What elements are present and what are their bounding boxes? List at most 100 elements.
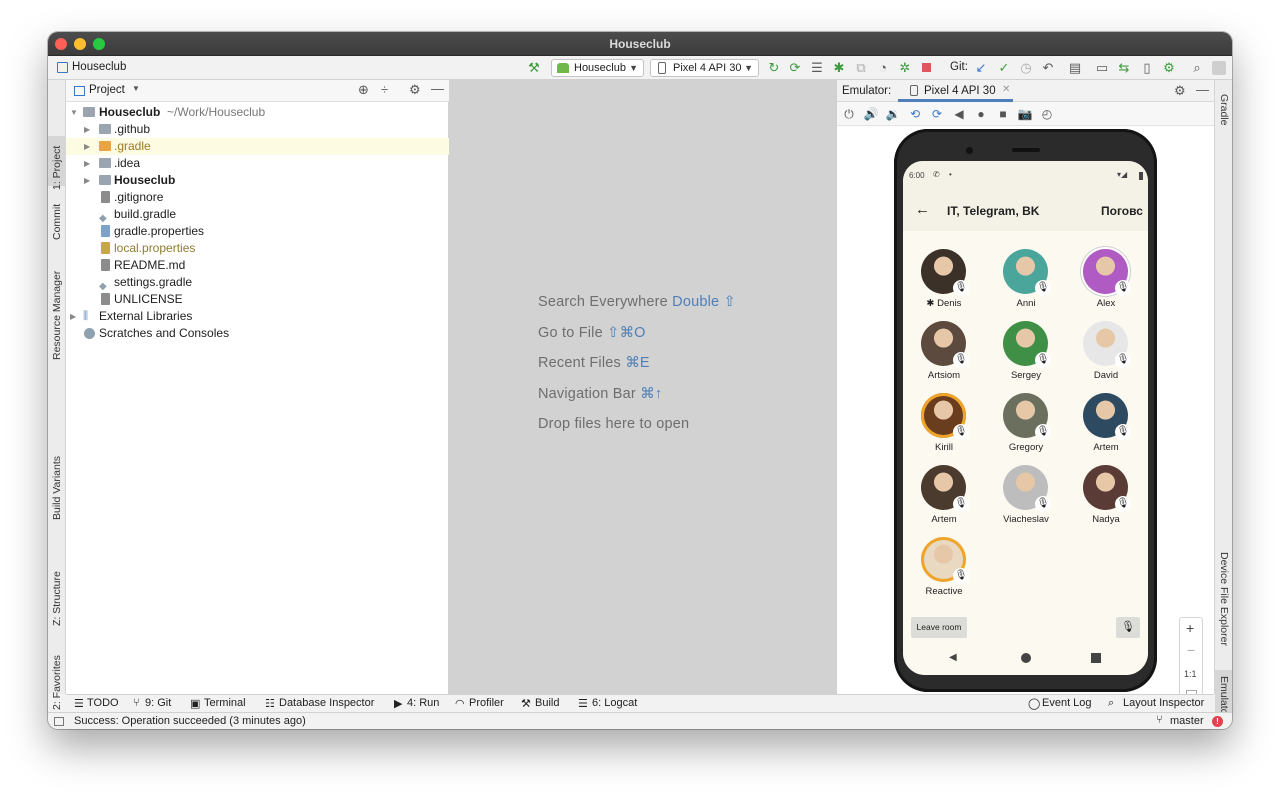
tool-git[interactable]: 9: Git [145, 697, 171, 709]
gear-icon[interactable]: ⚙ [409, 82, 421, 98]
tool-run[interactable]: 4: Run [407, 697, 439, 709]
chevron-right-icon[interactable]: ▶ [70, 308, 76, 325]
hide-panel-icon[interactable]: — [1196, 82, 1209, 97]
editor-empty-area[interactable]: Search Everywhere Double ⇧ Go to File ⇧⌘… [449, 80, 836, 694]
back-arrow-icon[interactable]: ← [915, 201, 930, 218]
debug-icon[interactable]: ✱ [831, 60, 847, 76]
chevron-down-icon[interactable]: ▼ [70, 104, 78, 121]
mic-muted-button[interactable]: 🎙 [1116, 617, 1140, 638]
tree-item[interactable]: ▶ .idea [66, 155, 449, 172]
git-branch[interactable]: master [1170, 715, 1204, 727]
tool-terminal[interactable]: Terminal [204, 697, 246, 709]
nav-back-icon[interactable]: ◀ [949, 652, 957, 663]
snapshot-icon[interactable]: ◴ [1039, 106, 1055, 122]
debug-attach-icon[interactable]: ✲ [897, 60, 913, 76]
phone-screen[interactable]: 6:00 ✆ • ▾◢ ← IT, Telegram, BK Поговс 🎙 ✱… [903, 161, 1148, 675]
tree-item[interactable]: ◆ build.gradle [66, 206, 449, 224]
collapse-icon[interactable]: ÷ [381, 82, 388, 97]
tool-profiler[interactable]: Profiler [469, 697, 504, 709]
error-icon[interactable]: ! [1212, 716, 1223, 727]
history-icon[interactable]: ◷ [1018, 60, 1034, 76]
zoom-out-icon[interactable]: − [1187, 642, 1195, 658]
rollback-icon[interactable]: ↶ [1040, 60, 1056, 76]
project-view-select[interactable]: Project [89, 84, 125, 96]
tree-external-libraries[interactable]: ▶ ⫼ External Libraries [66, 308, 449, 325]
run-config-select[interactable]: Houseclub ▼ [551, 59, 644, 77]
attach-debugger-icon[interactable]: ⧉ [853, 60, 869, 76]
rotate-left-icon[interactable]: ⟲ [907, 106, 923, 122]
gear-icon[interactable]: ⚙ [1174, 83, 1186, 99]
nav-overview-icon[interactable] [1091, 653, 1101, 663]
tree-root[interactable]: ▼ Houseclub ~/Work/Houseclub [66, 104, 449, 121]
tool-windows-icon[interactable] [54, 717, 64, 726]
profiler-icon[interactable]: ◔ [875, 60, 891, 76]
volume-down-icon[interactable]: 🔉 [885, 106, 901, 122]
home-icon[interactable]: ● [973, 106, 989, 122]
avatar[interactable] [1212, 61, 1226, 75]
chevron-down-icon[interactable]: ▼ [132, 84, 140, 93]
device-select[interactable]: Pixel 4 API 30 ▼ [650, 59, 759, 77]
tool-logcat[interactable]: 6: Logcat [592, 697, 637, 709]
tree-item[interactable]: ◆ settings.gradle [66, 274, 449, 292]
apply-code-changes-icon[interactable]: ⟳ [787, 60, 803, 76]
tool-layout-inspector[interactable]: Layout Inspector [1123, 697, 1204, 709]
tree-item[interactable]: ▶ .gradle [66, 138, 449, 155]
avd-manager-icon[interactable]: ▯ [1139, 60, 1155, 76]
hint-search-everywhere: Search Everywhere Double ⇧ [538, 294, 736, 310]
chevron-right-icon[interactable]: ▶ [84, 155, 90, 172]
tab-gradle[interactable]: Gradle [1215, 88, 1232, 138]
tree-item[interactable]: README.md [66, 257, 449, 274]
hide-panel-icon[interactable]: — [431, 81, 444, 96]
nav-home-icon[interactable] [1021, 653, 1031, 663]
git-update-icon[interactable]: ↙ [973, 60, 989, 76]
tab-emulator-device[interactable]: Pixel 4 API 30 ✕ [898, 80, 1013, 102]
tool-database-inspector[interactable]: Database Inspector [279, 697, 374, 709]
close-icon[interactable]: ✕ [1002, 84, 1010, 95]
tree-scratches[interactable]: Scratches and Consoles [66, 325, 449, 342]
tree-item[interactable]: ▶ Houseclub [66, 172, 449, 189]
stop-icon[interactable] [922, 63, 931, 72]
tree-item[interactable]: ▶ .github [66, 121, 449, 138]
tree-item[interactable]: .gitignore [66, 189, 449, 206]
back-icon[interactable]: ◀ [951, 106, 967, 122]
tab-project[interactable]: 1: Project [48, 136, 66, 190]
layout-icon[interactable]: ▭ [1094, 60, 1110, 76]
phone-icon [658, 62, 666, 74]
device-manager-icon[interactable]: ⚙ [1161, 60, 1177, 76]
hammer-icon[interactable]: ⚒ [526, 60, 542, 76]
zoom-actual-size[interactable]: 1:1 [1184, 669, 1197, 679]
layout-inspector-icon: ⌕ [1108, 697, 1115, 709]
emulator-label: Emulator: [842, 85, 892, 97]
power-icon[interactable]: ⏻ [841, 106, 857, 122]
apply-changes-icon[interactable]: ↻ [766, 60, 782, 76]
volume-up-icon[interactable]: 🔊 [863, 106, 879, 122]
tree-item[interactable]: gradle.properties [66, 223, 449, 240]
tree-item[interactable]: local.properties [66, 240, 449, 257]
zoom-in-icon[interactable]: + [1186, 620, 1194, 636]
speaker-name: Nadya [1092, 514, 1120, 525]
tab-device-file-explorer[interactable]: Device File Explorer [1215, 546, 1232, 656]
chevron-right-icon[interactable]: ▶ [84, 172, 90, 189]
project-view-icon [74, 86, 85, 96]
overview-icon[interactable]: ■ [995, 106, 1011, 122]
camera-icon[interactable]: 📷 [1017, 106, 1033, 122]
git-commit-icon[interactable]: ✓ [996, 60, 1012, 76]
status-message[interactable]: Success: Operation succeeded (3 minutes … [74, 715, 306, 727]
project-panel: Project ▼ ⊕ ÷ ⚙ — ▼ Houseclub ~/Work/Hou… [66, 80, 449, 694]
locate-icon[interactable]: ⊕ [358, 82, 369, 98]
rotate-right-icon[interactable]: ⟳ [929, 106, 945, 122]
tool-build[interactable]: Build [535, 697, 559, 709]
sdk-manager-icon[interactable]: ⇆ [1116, 60, 1132, 76]
room-app-bar: ← IT, Telegram, BK Поговс [903, 189, 1148, 231]
coverage-icon[interactable]: ☰ [809, 60, 825, 76]
search-icon[interactable]: ⌕ [1189, 60, 1205, 76]
chevron-right-icon[interactable]: ▶ [84, 121, 90, 138]
run-icon: ▶ [394, 698, 403, 710]
leave-room-button[interactable]: Leave room [911, 617, 967, 638]
tree-item[interactable]: UNLICENSE [66, 291, 449, 308]
project-structure-icon[interactable]: ▤ [1067, 60, 1083, 76]
tool-event-log[interactable]: Event Log [1042, 697, 1092, 709]
chevron-right-icon[interactable]: ▶ [84, 138, 90, 155]
breadcrumb[interactable]: Houseclub [72, 61, 126, 73]
tool-todo[interactable]: TODO [87, 697, 119, 709]
